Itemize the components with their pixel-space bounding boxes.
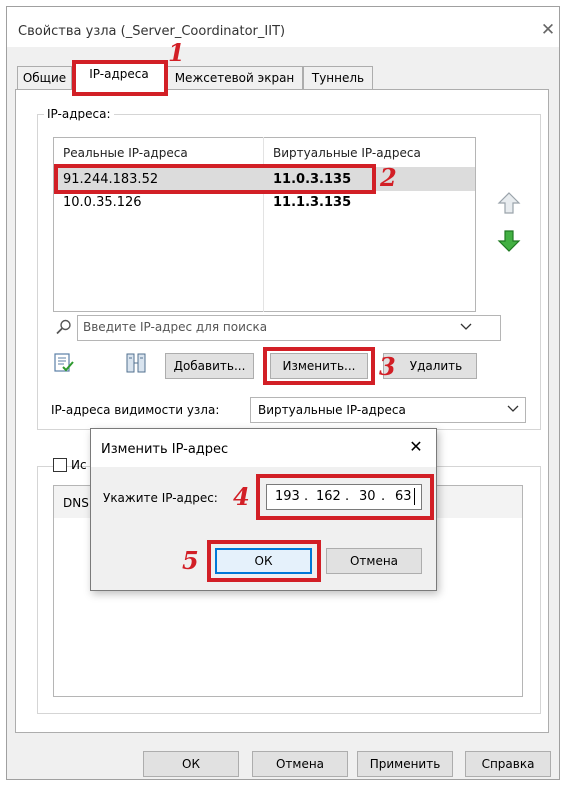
window-title: Свойства узла (_Server_Coordinator_IIT) [18, 24, 286, 39]
table-cell-real: 10.0.35.126 [63, 195, 142, 210]
column-header-virtual[interactable]: Виртуальные IP-адреса [273, 146, 421, 160]
annotation-number: 3 [379, 352, 396, 381]
network-button[interactable] [124, 352, 148, 374]
server-tree-icon [126, 353, 146, 373]
dialog-cancel-button[interactable]: Отмена [326, 548, 422, 574]
properties-button[interactable] [53, 352, 75, 374]
visibility-value: Виртуальные IP-адреса [258, 403, 406, 417]
annotation-number: 4 [233, 482, 250, 511]
search-icon [55, 318, 73, 336]
ip-prompt-label: Укажите IP-адрес: [103, 491, 218, 505]
table-cell-virtual: 11.1.3.135 [273, 195, 352, 210]
lower-group-checkbox-label: Ис [71, 458, 87, 472]
lower-list-column: DNS [63, 496, 89, 510]
help-button[interactable]: Справка [465, 751, 551, 777]
arrow-down-icon [497, 230, 521, 252]
close-icon[interactable]: ✕ [538, 20, 558, 40]
search-placeholder: Введите IP-адрес для поиска [83, 320, 268, 334]
cancel-button[interactable]: Отмена [252, 751, 348, 777]
lower-group-checkbox[interactable] [53, 458, 67, 472]
annotation-box [72, 60, 168, 96]
tab-tunnel[interactable]: Туннель [303, 66, 373, 90]
move-down-button[interactable] [496, 228, 522, 254]
chevron-down-icon[interactable] [458, 320, 474, 336]
arrow-up-icon [497, 192, 521, 214]
annotation-box [54, 164, 376, 194]
tab-general[interactable]: Общие [17, 66, 72, 90]
apply-button[interactable]: Применить [357, 751, 453, 777]
ip-addresses-group-label: IP-адреса: [44, 107, 114, 121]
annotation-number: 2 [380, 163, 397, 192]
ok-button[interactable]: ОК [143, 751, 239, 777]
close-icon[interactable]: ✕ [405, 436, 427, 458]
move-up-button[interactable] [496, 190, 522, 216]
delete-button[interactable]: Удалить [383, 353, 477, 379]
chevron-down-icon[interactable] [505, 402, 521, 418]
annotation-number: 1 [168, 38, 185, 67]
tab-firewall[interactable]: Межсетевой экран [166, 66, 303, 90]
annotation-box [263, 347, 375, 385]
checklist-icon [54, 353, 74, 372]
visibility-label: IP-адреса видимости узла: [51, 403, 220, 417]
annotation-box [207, 540, 321, 582]
dialog-title: Изменить IP-адрес [101, 442, 229, 457]
annotation-box [256, 474, 434, 520]
annotation-number: 5 [182, 546, 199, 575]
add-button[interactable]: Добавить... [165, 353, 254, 379]
column-header-real[interactable]: Реальные IP-адреса [63, 146, 188, 160]
